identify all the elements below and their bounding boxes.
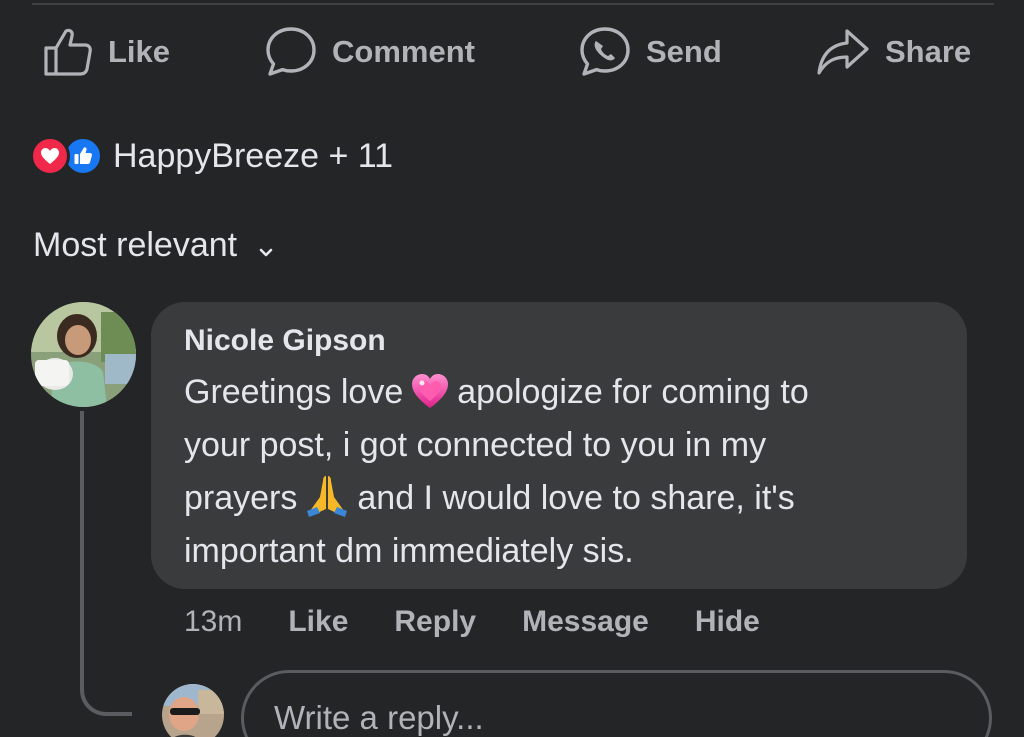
comment-hide-button[interactable]: Hide [695, 605, 760, 639]
comment-text-segment: prayers [184, 479, 298, 517]
comment-like-button[interactable]: Like [288, 605, 348, 639]
sort-dropdown[interactable]: Most relevant [33, 222, 273, 268]
comments-panel: Like Comment Send Share HappyBreeze + 11… [0, 0, 1024, 737]
reactions-count: HappyBreeze + 11 [113, 136, 394, 175]
comment-button[interactable]: Comment [264, 22, 475, 82]
thread-connector [80, 411, 132, 716]
reply-field-container[interactable] [241, 670, 992, 737]
love-icon [30, 136, 70, 176]
comment-text-segment: and I would love to share, it's [357, 479, 795, 517]
comment-line: important dm immediately sis. [184, 532, 634, 570]
reply-input[interactable] [274, 693, 934, 737]
comment-timestamp: 13m [184, 605, 243, 638]
sort-label: Most relevant [33, 225, 238, 264]
comment-line: Greetings love apologize for coming to [184, 366, 954, 419]
comment-text: Greetings love apologize for coming to yo… [184, 366, 954, 578]
comment-reply-button[interactable]: Reply [394, 605, 476, 639]
comment-message-button[interactable]: Message [522, 605, 649, 639]
comment-bubble: Nicole Gipson Greetings love apologize fo… [151, 302, 967, 589]
folded-hands-icon [303, 473, 351, 533]
comment-line: prayers and I would love to share, it's [184, 472, 954, 525]
comment-bubble-icon [264, 25, 318, 79]
share-button[interactable]: Share [815, 22, 971, 82]
reactions-summary[interactable]: HappyBreeze + 11 [30, 133, 393, 179]
send-button[interactable]: Send [578, 22, 722, 82]
comment-text-segment: Greetings love [184, 373, 404, 411]
share-label: Share [885, 34, 972, 69]
comment-actions: 13m Like Reply Message Hide [184, 598, 806, 646]
current-user-avatar [162, 684, 224, 737]
comment-author[interactable]: Nicole Gipson [184, 324, 386, 358]
thumbs-up-icon [42, 26, 94, 78]
like-button[interactable]: Like [42, 22, 170, 82]
avatar[interactable] [31, 302, 136, 407]
messenger-icon [578, 25, 632, 79]
chevron-down-icon [259, 228, 273, 267]
comment-line: your post, i got connected to you in my [184, 426, 767, 464]
divider [32, 3, 994, 5]
post-action-bar: Like Comment Send Share [0, 22, 1024, 82]
comment-text-segment: apologize for coming to [457, 373, 809, 411]
share-arrow-icon [815, 27, 871, 77]
comment-label: Comment [332, 34, 475, 69]
send-label: Send [646, 34, 722, 69]
like-label: Like [108, 34, 171, 69]
